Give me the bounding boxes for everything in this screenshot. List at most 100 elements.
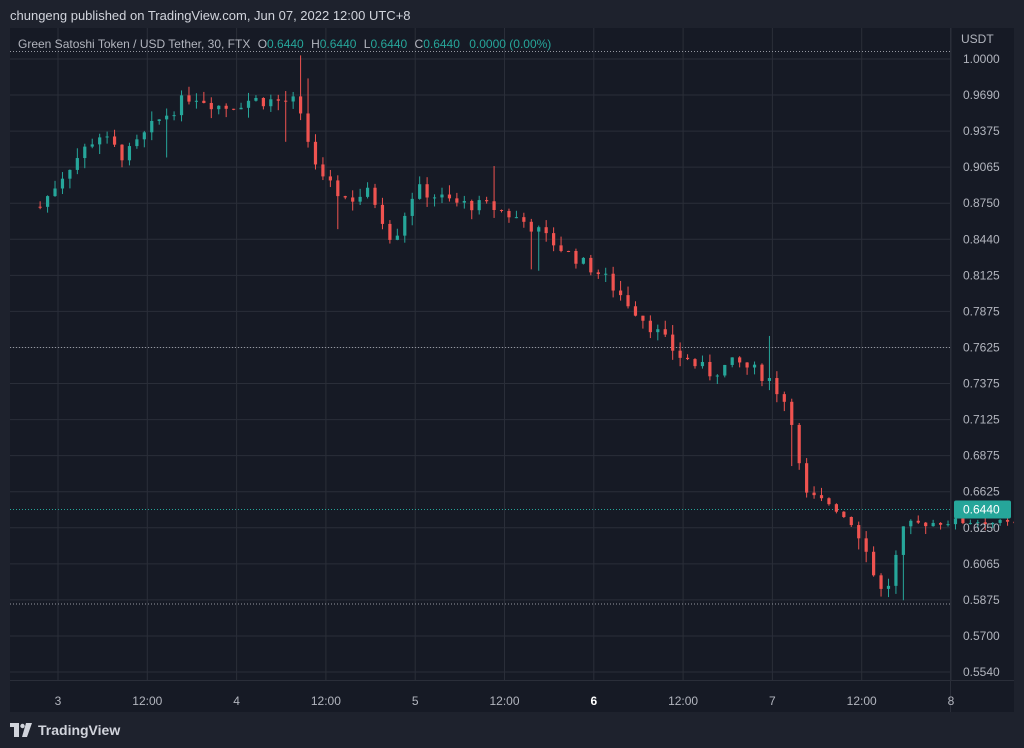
candle-body [678,350,682,358]
candle-body [566,250,571,252]
candle-body [953,518,958,525]
footer-bar: TradingView [0,712,1024,748]
candle-body [358,196,362,202]
candle-body [492,201,496,211]
candle-body [194,100,199,102]
candle-body [373,187,377,205]
candle-body [879,575,883,589]
y-tick-label: 0.7625 [963,340,1000,354]
tradingview-logo-icon [10,723,32,737]
y-tick-label: 0.9065 [963,160,1000,174]
close-label: C [414,37,424,51]
chart-area[interactable]: USDT 1.0000 0.9690 0.9375 0.9065 0.8750 0.8440… [10,28,1014,712]
candle-body [343,196,347,198]
symbol-title: Green Satoshi Token / USD Tether, 30, FT… [18,37,251,51]
candle-body [842,511,846,518]
candle-body [618,290,623,296]
y-tick-label: 0.8125 [963,268,1000,282]
candle-body [269,99,273,107]
y-tick-label: 0.7125 [963,413,1000,427]
candle-body [246,100,251,108]
x-tick-label: 12:00 [132,694,162,708]
candle-body [351,197,355,202]
candle-body [336,180,340,197]
candle-body [395,235,399,240]
candle-body [90,144,94,147]
currency-label: USDT [961,32,994,46]
candle-body [805,463,809,493]
candle-body [790,401,794,425]
change-value: 0.0000 (0.00%) [469,37,552,51]
y-tick-label: 0.8750 [963,196,1000,210]
candle-body [217,105,221,110]
x-tick-label: 4 [233,694,240,708]
candle-body [700,361,705,367]
candle-body [142,132,146,140]
candle-body [112,136,117,145]
candle-body [864,538,868,552]
candle-body [403,215,407,236]
candle-body [455,198,459,203]
candles-group [38,55,1014,601]
x-tick-label: 12:00 [311,694,341,708]
candle-body [410,198,414,216]
candle-body [313,141,318,165]
candle-body [98,137,102,145]
candle-body [1005,519,1010,522]
candle-body [819,495,824,499]
candle-body [328,176,332,181]
y-tick-label: 0.7375 [963,377,1000,391]
x-tick-label: 12:00 [668,694,698,708]
candle-body [291,96,295,102]
candle-body [68,169,72,179]
candlestick-chart[interactable]: USDT 1.0000 0.9690 0.9375 0.9065 0.8750 0.8440… [10,28,1014,712]
candle-body [172,115,176,117]
candle-body [745,362,749,368]
y-tick-label: 0.6875 [963,449,1000,463]
candle-body [254,97,258,101]
y-tick-label: 0.6065 [963,557,1000,571]
candle-body [440,194,444,198]
candle-body [284,100,288,102]
candle-body [685,357,690,360]
candle-body [730,357,734,365]
candle-body [894,554,898,586]
candle-body [485,200,489,202]
candle-body [589,257,593,273]
candle-body [105,136,109,138]
x-tick-label: 7 [769,694,776,708]
candle-body [715,375,719,377]
y-tick-label: 0.6625 [963,485,1000,499]
candle-body [916,520,920,523]
candle-body [834,504,838,512]
candle-body [857,525,861,539]
candle-body [507,210,511,218]
low-value: 0.6440 [370,37,408,51]
candle-body [775,378,779,395]
candle-body [537,227,541,232]
candle-body [738,357,742,363]
last-price-label: 0.6440 [963,502,1000,516]
tradingview-logo[interactable]: TradingView [10,722,120,738]
candle-body [45,196,50,207]
candle-body [909,520,913,527]
candle-body [559,245,563,251]
candle-body [83,146,87,159]
candle-body [365,187,370,197]
candle-body [671,334,675,351]
candle-body [656,329,660,333]
y-tick-label: 0.6250 [963,521,1000,535]
candle-body [812,492,816,496]
candle-body [797,424,801,464]
candle-body [120,144,124,161]
candle-body [752,364,757,368]
candle-body [633,306,638,316]
close-value: 0.6440 [423,37,460,51]
candle-body [641,315,645,321]
y-tick-label: 0.5540 [963,665,1000,679]
candle-body [723,364,727,376]
candle-body [202,100,206,103]
candle-body [946,524,950,526]
candle-body [782,394,786,402]
candle-body [306,113,310,142]
